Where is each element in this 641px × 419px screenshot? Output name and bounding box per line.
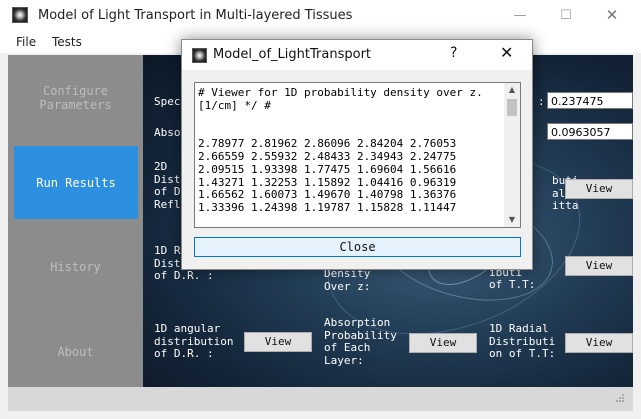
view-angular-tt-button[interactable]: View <box>565 256 633 276</box>
viewer-text: # Viewer for 1D probability density over… <box>198 86 503 215</box>
viewer-scrollbar[interactable]: ▲ ▼ <box>504 83 520 227</box>
help-button[interactable]: ? <box>450 45 457 61</box>
scroll-thumb[interactable] <box>507 99 517 116</box>
view-radial-tt-button[interactable]: View <box>565 333 633 353</box>
viewer-line <box>198 113 503 126</box>
viewer-line: 2.66559 2.55932 2.48433 2.34943 2.24775 <box>198 149 457 163</box>
maximize-button[interactable]: ☐ <box>543 0 589 31</box>
row2-mid-label: Density Over z: <box>324 267 371 293</box>
specular-label: Spec <box>154 95 181 108</box>
specular-colon: : <box>538 95 545 108</box>
sidebar-item-run-results[interactable]: Run Results <box>14 146 138 219</box>
view-angular-dr-button[interactable]: View <box>244 332 312 352</box>
status-bar <box>8 387 633 411</box>
viewer-line: 2.09515 1.93398 1.77475 1.69604 1.56616 <box>198 162 457 176</box>
app-icon <box>12 7 28 23</box>
dialog-title: Model_of_LightTransport <box>213 47 372 62</box>
sidebar-item-configure-parameters[interactable]: Configure Parameters <box>8 84 143 112</box>
close-window-button[interactable]: ✕ <box>589 0 635 31</box>
scroll-up-icon[interactable]: ▲ <box>504 83 520 97</box>
row3-left-label: 1D angular distribution of D.R. : <box>154 322 234 360</box>
sidebar-item-label: About <box>57 345 94 359</box>
row3-mid-label: Absorption Probability of Each Layer: <box>324 316 397 367</box>
probability-density-viewer[interactable]: # Viewer for 1D probability density over… <box>194 82 521 228</box>
close-button[interactable]: Close <box>194 237 521 257</box>
main-titlebar: Model of Light Transport in Multi-layere… <box>0 0 641 31</box>
sidebar-item-history[interactable]: History <box>8 260 143 274</box>
specular-reflectance-field[interactable]: 0.237475 <box>547 92 633 109</box>
scroll-down-icon[interactable]: ▼ <box>504 213 520 227</box>
viewer-line: 1.33396 1.24398 1.19787 1.15828 1.11447 <box>198 201 457 215</box>
view-absorption-layer-button[interactable]: View <box>409 333 477 353</box>
dialog-close-icon[interactable]: ✕ <box>500 43 513 62</box>
dialog-app-icon <box>192 48 207 63</box>
sidebar-item-label: History <box>50 260 101 274</box>
view-transmittance-button[interactable]: View <box>565 179 633 199</box>
row3-right-label: 1D Radial Distributi on of T.T: <box>489 322 556 360</box>
row1-left-label: 2D Dist of D Refl <box>154 160 181 211</box>
sidebar-item-label: Configure Parameters <box>39 84 112 112</box>
window-title: Model of Light Transport in Multi-layere… <box>38 8 353 23</box>
viewer-line: [1/cm] */ # <box>198 98 271 112</box>
viewer-line: # Viewer for 1D probability density over… <box>198 86 483 99</box>
absorption-label: Abso <box>154 126 181 139</box>
absorbed-fraction-field[interactable]: 0.0963057 <box>547 123 633 140</box>
minimize-button[interactable]: — <box>497 0 543 31</box>
menu-tests[interactable]: Tests <box>52 35 82 49</box>
viewer-dialog: Model_of_LightTransport ? ✕ # Viewer for… <box>181 39 533 270</box>
dialog-titlebar: Model_of_LightTransport ? ✕ <box>182 40 532 70</box>
sidebar: Configure Parameters Run Results History… <box>8 55 143 387</box>
menu-file[interactable]: File <box>16 35 36 49</box>
sidebar-item-label: Run Results <box>36 175 116 190</box>
resize-grip-icon[interactable] <box>615 393 625 403</box>
sidebar-item-about[interactable]: About <box>8 345 143 359</box>
